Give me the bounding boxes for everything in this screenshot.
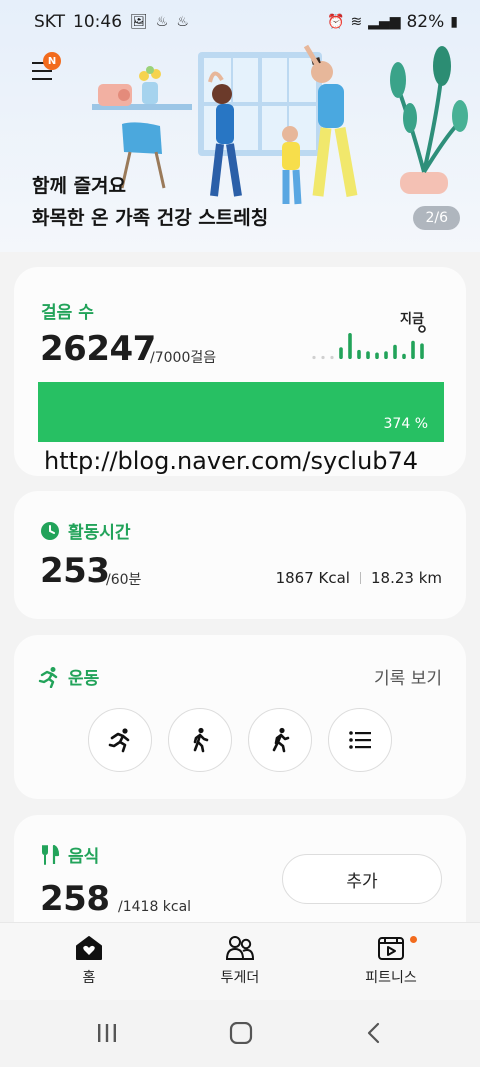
recent-apps-button[interactable]	[96, 1022, 118, 1044]
activity-title: 활동시간	[68, 523, 131, 543]
food-goal: /1418 kcal	[118, 899, 192, 915]
hourly-step-bar	[348, 333, 352, 359]
signal-icon: ▂▄▆	[368, 14, 401, 30]
exercise-card[interactable]: 운동 기록 보기	[14, 635, 466, 799]
add-food-button[interactable]: 추가	[282, 854, 442, 904]
steps-goal: /7000걸음	[150, 350, 217, 366]
nav-fitness-label: 피트니스	[365, 970, 417, 986]
activity-stats: 1867 Kcal 18.23 km	[276, 569, 442, 587]
banner-line-1: 함께 즐겨요	[32, 175, 127, 197]
list-icon	[349, 731, 371, 749]
food-title: 음식	[68, 847, 100, 867]
walking-icon	[193, 727, 209, 753]
home-heart-icon	[76, 936, 102, 960]
exercise-title: 운동	[68, 669, 100, 689]
fitness-video-icon	[378, 937, 404, 960]
hourly-step-bar	[393, 344, 397, 359]
steps-card[interactable]: 걸음 수 26247 /7000걸음 지금 374 % http://blog.…	[14, 267, 466, 476]
steps-progress-label: 374 %	[383, 416, 428, 432]
home-button[interactable]	[229, 1022, 253, 1044]
banner-line-2: 화목한 온 가족 건강 스트레칭	[32, 207, 269, 229]
alarm-icon: ⏰	[327, 14, 345, 30]
hero-banner[interactable]: SKT 10:46 🖼 ♨ ♨ ⏰ ≋ ▂▄▆ 82% ▮ N 함께 즐겨요 화…	[0, 0, 480, 252]
exercise-title-row: 운동	[38, 664, 99, 689]
carrier-label: SKT	[34, 12, 66, 32]
hourly-step-dot	[321, 355, 325, 360]
hourly-step-bar	[339, 347, 343, 359]
menu-icon-bar	[32, 78, 52, 80]
view-records-button[interactable]: 기록 보기	[374, 664, 442, 689]
system-navigation-bar	[0, 1000, 480, 1067]
notification-icon: ♨	[155, 14, 169, 30]
status-bar: SKT 10:46 🖼 ♨ ♨ ⏰ ≋ ▂▄▆ 82% ▮	[0, 0, 480, 44]
running-icon	[108, 728, 130, 753]
steps-progress-bar: 374 %	[38, 382, 444, 442]
hourly-step-bar	[375, 352, 379, 359]
hourly-step-bar	[420, 343, 424, 359]
hourly-step-bar	[402, 353, 406, 359]
steps-title: 걸음 수	[41, 303, 94, 323]
fitness-new-dot	[410, 936, 417, 943]
distance: 18.23 km	[370, 569, 442, 587]
nav-home-label: 홈	[82, 970, 96, 986]
hourly-steps-chart	[312, 325, 426, 360]
walking-button[interactable]	[168, 708, 232, 772]
people-icon	[225, 936, 255, 960]
hourly-step-dot	[312, 355, 316, 360]
activity-goal: /60분	[106, 572, 142, 588]
activity-title-row: 활동시간	[40, 518, 131, 543]
now-marker	[418, 325, 426, 333]
wifi-icon: ≋	[350, 14, 363, 30]
hiking-icon	[272, 727, 290, 753]
hourly-step-bar	[384, 351, 388, 359]
hourly-step-bar	[357, 349, 361, 359]
runner-icon	[38, 666, 58, 688]
hourly-step-dot	[330, 355, 334, 360]
exercise-list-button[interactable]	[328, 708, 392, 772]
running-button[interactable]	[88, 708, 152, 772]
steps-count: 26247	[40, 329, 156, 369]
utensils-icon	[42, 844, 60, 865]
banner-page-indicator: 2/6	[413, 206, 460, 230]
clock: 10:46	[73, 12, 123, 32]
clock-icon	[41, 521, 59, 540]
nav-fitness[interactable]: 피트니스	[331, 935, 451, 987]
food-kcal: 258	[40, 879, 110, 919]
notification-icon-2: ♨	[176, 14, 189, 30]
new-badge: N	[43, 52, 61, 70]
battery-icon: ▮	[450, 14, 458, 30]
food-title-row: 음식	[40, 842, 99, 867]
calories-burned: 1867 Kcal	[275, 569, 350, 587]
activity-minutes: 253	[40, 551, 110, 591]
back-button[interactable]	[366, 1022, 382, 1044]
banner-text: 함께 즐겨요 화목한 온 가족 건강 스트레칭	[32, 170, 268, 234]
battery-level: 82%	[406, 12, 445, 32]
menu-icon-bar	[32, 70, 52, 72]
gallery-icon: 🖼	[130, 14, 148, 30]
nav-home[interactable]: 홈	[29, 935, 149, 987]
nav-together-label: 투게더	[220, 970, 260, 986]
hourly-step-bar	[366, 351, 370, 359]
blog-watermark: http://blog.naver.com/syclub74	[44, 447, 419, 475]
activity-time-card[interactable]: 활동시간 253 /60분 1867 Kcal 18.23 km	[14, 491, 466, 619]
nav-together[interactable]: 투게더	[180, 935, 300, 987]
bottom-navigation: 홈 투게더 피트니스	[0, 922, 480, 1000]
hiking-button[interactable]	[248, 708, 312, 772]
stat-divider	[359, 572, 361, 584]
hourly-step-bar	[411, 340, 415, 359]
